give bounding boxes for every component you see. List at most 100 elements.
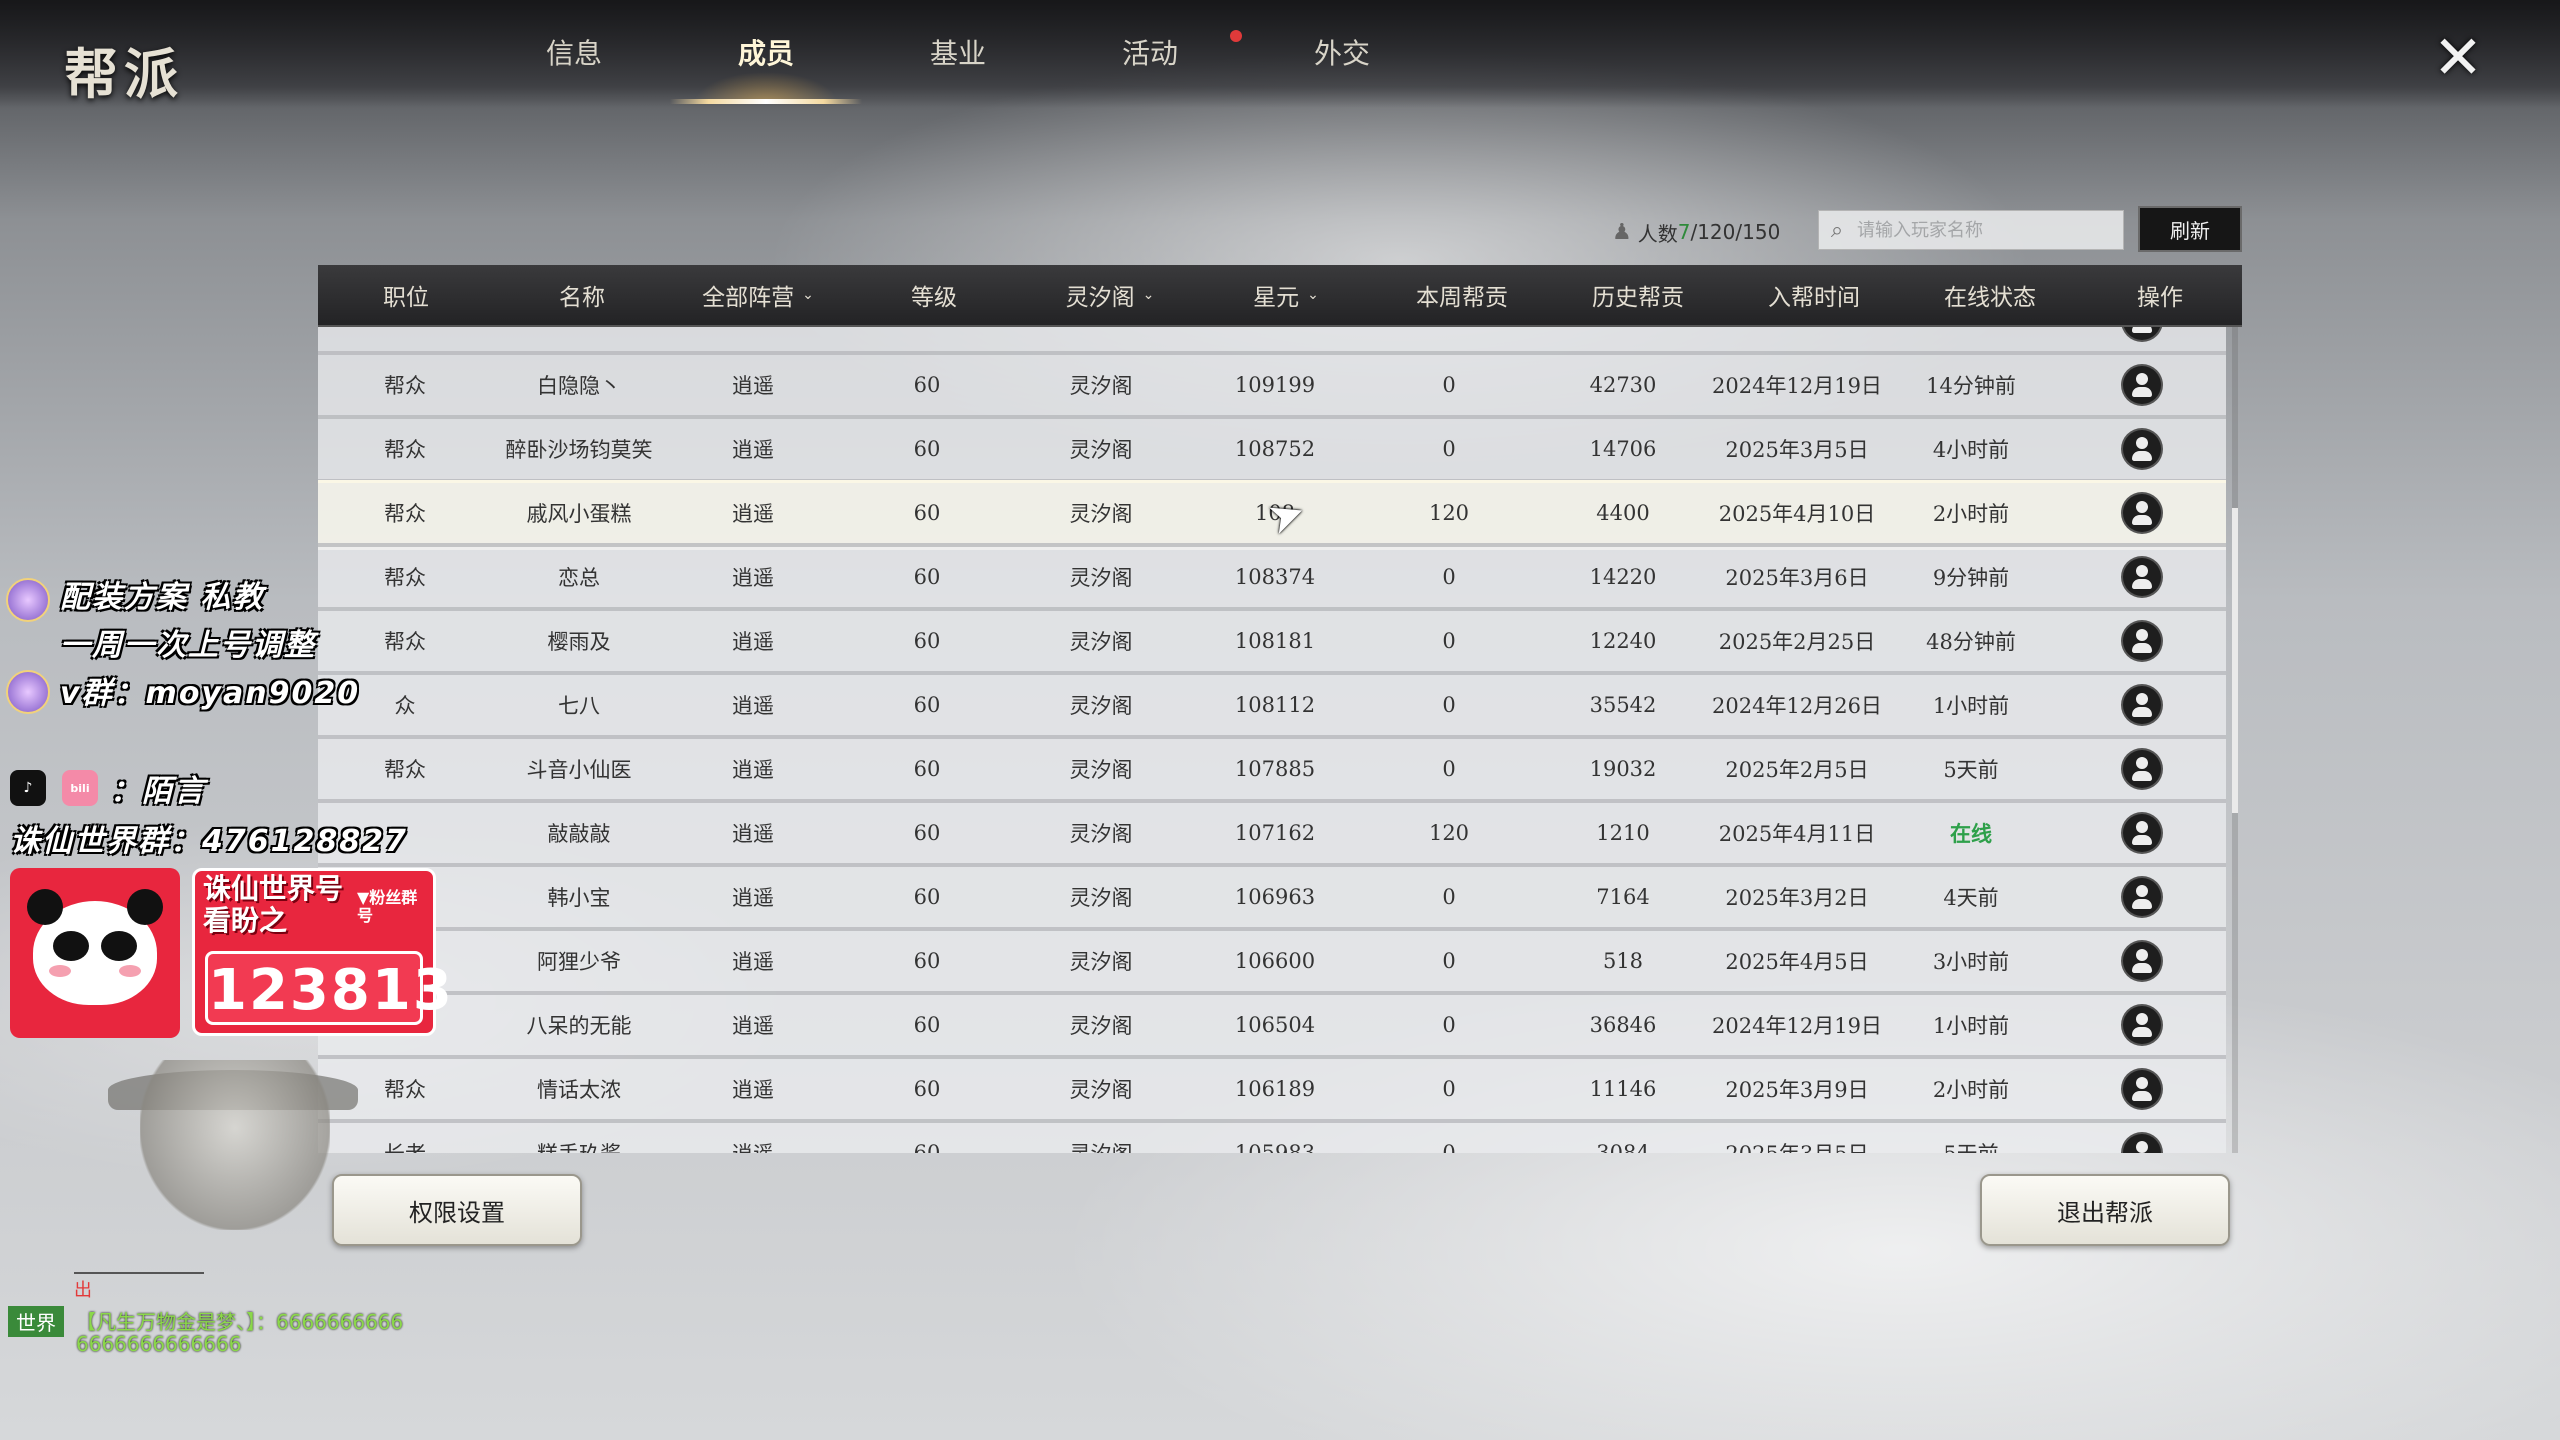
search-box: ⌕ <box>1818 210 2124 250</box>
player-profile-icon[interactable] <box>2123 430 2161 468</box>
cell-joined: 2024年12月19日 <box>1712 374 1882 398</box>
cell-faction: 逍遥 <box>732 502 774 526</box>
cell-level: 60 <box>913 757 941 781</box>
member-count-label: 人数 <box>1637 221 1678 246</box>
cell-weekly: 0 <box>1442 1013 1456 1037</box>
cell-history: 11146 <box>1589 1077 1657 1101</box>
promo-title: 诛仙世界号看盼之 <box>203 872 344 937</box>
cell-weekly: 0 <box>1442 949 1456 973</box>
player-profile-icon[interactable] <box>2123 878 2161 916</box>
table-row[interactable]: 帮众 白隐隐丶 逍遥 60 灵汐阁 109199 0 42730 2024年12月19日 14分钟… <box>318 355 2226 419</box>
cell-action <box>2058 814 2226 852</box>
column-header[interactable]: 灵汐阁 ⌄ <box>1022 278 1198 312</box>
tab-info[interactable]: 信息 <box>478 0 670 104</box>
cell-joined: 2025年3月2日 <box>1725 886 1869 910</box>
cell-weekly: 0 <box>1442 437 1456 461</box>
chat-message: 【凡生万物金是梦、】：6666666666 <box>76 1310 404 1334</box>
chat-channel-tag[interactable]: 世界 <box>8 1306 64 1337</box>
column-header[interactable]: 全部阵营 ⌄ <box>670 278 846 312</box>
cell-name: 樱雨及 <box>547 630 611 654</box>
column-header: 本周帮贡 <box>1374 278 1550 312</box>
cell-star: 108181 <box>1234 629 1316 653</box>
cell-school: 灵汐阁 <box>1069 822 1133 846</box>
player-profile-icon[interactable] <box>2123 558 2161 596</box>
cell-history: 42730 <box>1589 373 1657 397</box>
table-row[interactable]: 敲敲敲 逍遥 60 灵汐阁 107162 120 1210 2025年4月11日 在线 <box>318 803 2226 867</box>
table-row[interactable]: 帮众 樱雨及 逍遥 60 灵汐阁 108181 0 12240 2025年2月25日 48分钟前 <box>318 611 2226 675</box>
bilibili-icon: bili <box>62 770 98 806</box>
promo-banner: 诛仙世界号看盼之 ▼粉丝群号 123813 <box>192 868 452 1036</box>
player-profile-icon[interactable] <box>2123 622 2161 660</box>
tab-activities[interactable]: 活动 <box>1054 0 1246 104</box>
leave-guild-button[interactable]: 退出帮派 <box>1980 1174 2230 1246</box>
cell-action <box>2058 686 2226 724</box>
player-profile-icon[interactable] <box>2123 366 2161 404</box>
overlay-text-1: 配装方案 私教 <box>60 580 265 615</box>
table-row[interactable]: 韩小宝 逍遥 60 灵汐阁 106963 0 7164 2025年3月2日 4天前 <box>318 867 2226 931</box>
table-row[interactable]: 帮众 醉卧沙场钧莫笑 逍遥 60 灵汐阁 108752 0 14706 2025年3月5日 4小时… <box>318 419 2226 483</box>
notification-dot <box>1230 30 1242 42</box>
cell-name: 戚风小蛋糕 <box>526 502 632 526</box>
cell-level: 60 <box>913 1013 941 1037</box>
cell-joined: 2024年12月19日 <box>1712 1014 1882 1038</box>
table-row[interactable]: 阿狸少爷 逍遥 60 灵汐阁 106600 0 518 2025年4月5日 3小时前 <box>318 931 2226 995</box>
search-input[interactable] <box>1855 211 2109 249</box>
search-icon: ⌕ <box>1830 217 1844 243</box>
cell-school: 灵汐阁 <box>1069 886 1133 910</box>
player-profile-icon[interactable] <box>2123 494 2161 532</box>
table-row[interactable] <box>318 327 2226 355</box>
tab-diplomacy[interactable]: 外交 <box>1246 0 1438 104</box>
column-header: 操作 <box>2078 278 2242 312</box>
cell-action <box>2058 1006 2226 1044</box>
table-row[interactable]: 帮众 情话太浓 逍遥 60 灵汐阁 106189 0 11146 2025年3月9日 2小时前 <box>318 1059 2226 1123</box>
table-row[interactable]: 众七八 逍遥 60 灵汐阁 108112 0 35542 2024年12月26日 1小时前 <box>318 675 2226 739</box>
cell-star: 109199 <box>1234 373 1316 397</box>
close-button[interactable]: ✕ <box>2430 28 2486 88</box>
scrollbar-thumb[interactable] <box>2232 508 2238 813</box>
column-header[interactable]: 星元 ⌄ <box>1198 278 1374 312</box>
player-profile-icon[interactable] <box>2123 1134 2161 1153</box>
cell-joined: 2025年2月25日 <box>1718 630 1876 654</box>
table-row[interactable]: 八呆的无能 逍遥 60 灵汐阁 106504 0 36846 2024年12月19日 1小时前 <box>318 995 2226 1059</box>
cell-weekly: 0 <box>1442 757 1456 781</box>
cell-history: 19032 <box>1589 757 1657 781</box>
cell-status: 14分钟前 <box>1926 374 2016 398</box>
column-header-label: 灵汐阁 <box>1065 285 1135 311</box>
tab-foundation[interactable]: 基业 <box>862 0 1054 104</box>
column-header-label: 名称 <box>559 285 605 311</box>
cell-history: 36846 <box>1589 1013 1657 1037</box>
cell-status: 3小时前 <box>1932 950 2010 974</box>
table-row[interactable]: 帮众 恋总 逍遥 60 灵汐阁 108374 0 14220 2025年3月6日 9分钟前 <box>318 547 2226 611</box>
stone-lantern <box>140 1060 330 1230</box>
cell-joined: 2025年4月10日 <box>1718 502 1876 526</box>
tab-members[interactable]: 成员 <box>670 0 862 104</box>
refresh-button[interactable]: 刷新 <box>2138 206 2242 252</box>
cell-name: 阿狸少爷 <box>537 950 621 974</box>
table-row[interactable]: 帮众 斗音小仙医 逍遥 60 灵汐阁 107885 0 19032 2025年2月5日 5天前 <box>318 739 2226 803</box>
cell-level: 60 <box>913 437 941 461</box>
cell-school: 灵汐阁 <box>1069 374 1133 398</box>
cell-status: 5天前 <box>1943 758 1999 782</box>
cell-faction: 逍遥 <box>732 630 774 654</box>
cell-level: 60 <box>913 885 941 909</box>
player-profile-icon[interactable] <box>2123 686 2161 724</box>
cell-joined: 2025年4月5日 <box>1725 950 1869 974</box>
cell-star: 107162 <box>1234 821 1316 845</box>
player-profile-icon[interactable] <box>2123 1070 2161 1108</box>
player-profile-icon[interactable] <box>2123 750 2161 788</box>
cell-name: 斗音小仙医 <box>526 758 632 782</box>
player-profile-icon[interactable] <box>2123 1006 2161 1044</box>
cell-school: 灵汐阁 <box>1014 1138 1188 1153</box>
cell-position: 长老 <box>318 1138 492 1153</box>
cell-level: 60 <box>913 693 941 717</box>
permissions-button[interactable]: 权限设置 <box>332 1174 582 1246</box>
player-profile-icon[interactable] <box>2123 942 2161 980</box>
table-row[interactable]: 长老糕手玖酱逍遥 60 灵汐阁 105983 0 3084 2025年3月5日5天前 <box>318 1123 2226 1153</box>
cell-faction: 逍遥 <box>732 374 774 398</box>
cell-joined: 2025年2月5日 <box>1725 758 1869 782</box>
player-profile-icon[interactable] <box>2123 327 2161 340</box>
cell-school: 灵汐阁 <box>1069 758 1133 782</box>
player-profile-icon[interactable] <box>2123 814 2161 852</box>
tab-label: 活动 <box>1121 37 1178 70</box>
column-header: 在线状态 <box>1902 278 2078 312</box>
